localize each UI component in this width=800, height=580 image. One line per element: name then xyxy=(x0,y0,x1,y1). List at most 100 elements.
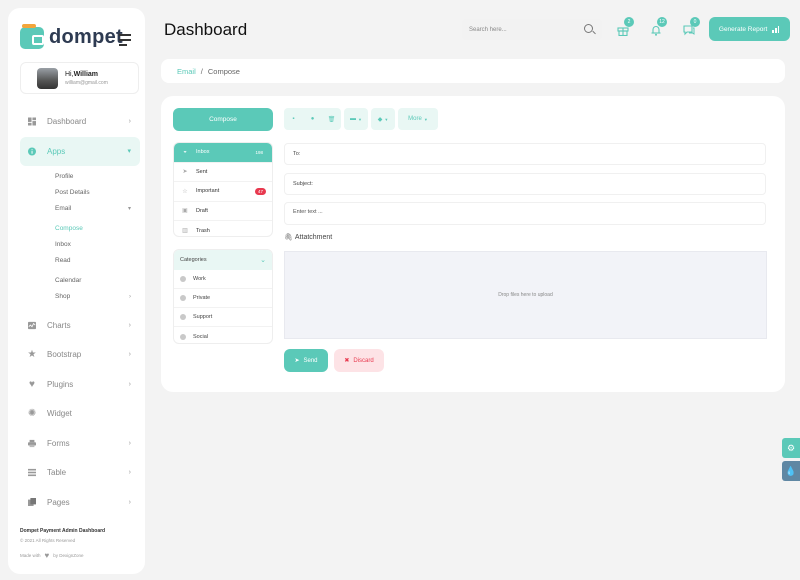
toolbar-action-group: ▪ ● 🗑 xyxy=(284,108,341,130)
sidebar-item-widget[interactable]: ✺ Widget xyxy=(20,399,140,429)
sidebar-item-bootstrap[interactable]: ★ Bootstrap › xyxy=(20,340,140,370)
chevron-right-icon: › xyxy=(128,351,131,359)
profile-name: William xyxy=(73,70,99,78)
sidebar-nav: Dashboard › Apps ▾ Profile Post Details … xyxy=(20,107,140,517)
caret-down-icon: ▼ xyxy=(358,116,362,122)
profile-card[interactable]: Hi,William william@gmail.com xyxy=(20,62,139,94)
breadcrumb-email[interactable]: Email xyxy=(177,67,196,76)
to-field[interactable]: To: xyxy=(284,143,766,165)
body-textarea[interactable]: Enter text ... xyxy=(284,202,766,225)
sidebar-item-label: Pages xyxy=(47,497,70,507)
sidebar-item-charts[interactable]: Charts › xyxy=(20,311,140,341)
footer-by: by DexignZone xyxy=(53,553,84,558)
table-icon xyxy=(28,469,36,477)
folder-count: 198 xyxy=(255,149,263,155)
apps-submenu: Profile Post Details Email ▾ Compose Inbo… xyxy=(20,166,140,311)
subject-field[interactable]: Subject: xyxy=(284,173,766,195)
trash-icon[interactable]: 🗑 xyxy=(322,108,341,130)
search-input[interactable]: Search here... xyxy=(462,19,602,40)
footer-made-with: Made with xyxy=(20,553,41,558)
submenu-read[interactable]: Read xyxy=(55,253,140,269)
body-placeholder: Enter text ... xyxy=(293,209,323,215)
chevron-right-icon: › xyxy=(128,321,131,329)
chart-icon xyxy=(28,321,36,329)
close-icon: ✖ xyxy=(344,358,350,364)
categories-header[interactable]: Categories ⌄ xyxy=(174,250,272,270)
tag-dropdown[interactable]: ◆ ▼ xyxy=(371,108,395,130)
submenu-inbox[interactable]: Inbox xyxy=(55,237,140,253)
submenu-profile[interactable]: Profile xyxy=(55,169,140,185)
folder-trash[interactable]: ▥ Trash xyxy=(174,221,272,236)
sidebar-item-forms[interactable]: Forms › xyxy=(20,429,140,459)
category-social[interactable]: Social xyxy=(174,327,272,343)
caret-down-icon: ▼ xyxy=(423,116,428,122)
file-dropzone[interactable]: Drop files here to upload xyxy=(284,251,767,339)
folder-dropdown[interactable]: ▬ ▼ xyxy=(344,108,368,130)
categories-title: Categories xyxy=(180,257,207,263)
bell-icon[interactable]: 12 xyxy=(650,17,667,36)
trash-icon: ▥ xyxy=(182,228,188,235)
sidebar-item-pages[interactable]: Pages › xyxy=(20,488,140,518)
search-placeholder: Search here... xyxy=(469,26,507,33)
menu-toggle-icon[interactable] xyxy=(119,34,131,49)
folder-sent[interactable]: ➤ Sent xyxy=(174,163,272,182)
dropzone-text: Drop files here to upload xyxy=(498,292,553,298)
category-label: Work xyxy=(193,276,206,282)
sidebar-item-label: Widget xyxy=(47,409,72,419)
search-icon[interactable] xyxy=(584,24,593,33)
gift-icon[interactable]: 2 xyxy=(617,17,634,37)
generate-report-button[interactable]: Generate Report xyxy=(709,17,790,41)
sidebar-item-dashboard[interactable]: Dashboard › xyxy=(20,107,140,137)
folder-icon: ▬ xyxy=(350,116,357,122)
archive-icon[interactable]: ▪ xyxy=(284,108,303,130)
settings-gear-icon[interactable]: ⚙ xyxy=(782,438,800,458)
chevron-right-icon: › xyxy=(128,469,131,477)
compose-button[interactable]: Compose xyxy=(173,108,273,131)
discard-button[interactable]: ✖ Discard xyxy=(334,349,384,372)
category-private[interactable]: Private xyxy=(174,289,272,308)
sidebar-item-table[interactable]: Table › xyxy=(20,458,140,488)
paperclip-icon: 🖇 xyxy=(284,234,293,241)
sidebar: dompet Hi,William william@gmail.com Dash… xyxy=(8,8,145,574)
send-icon: ➤ xyxy=(294,358,300,364)
brand-name: dompet xyxy=(49,26,124,48)
folder-draft[interactable]: ▣ Draft xyxy=(174,202,272,221)
send-button[interactable]: ➤ Send xyxy=(284,349,328,372)
caret-down-icon: ▼ xyxy=(384,116,389,122)
sidebar-item-label: Apps xyxy=(47,146,66,156)
category-dot xyxy=(180,314,186,320)
folder-important[interactable]: ☆ Important 47 xyxy=(174,182,272,202)
category-support[interactable]: Support xyxy=(174,308,272,327)
wallet-logo-icon xyxy=(20,23,44,49)
category-label: Support xyxy=(193,314,213,320)
folder-label: Inbox xyxy=(196,149,210,156)
sidebar-item-apps[interactable]: Apps ▾ xyxy=(20,136,140,166)
sidebar-item-plugins[interactable]: ♥ Plugins › xyxy=(20,370,140,400)
sidebar-item-label: Bootstrap xyxy=(47,350,82,360)
folder-inbox[interactable]: ◒ Inbox 198 xyxy=(174,143,272,163)
folder-label: Draft xyxy=(196,207,208,214)
folder-label: Sent xyxy=(196,168,208,175)
submenu-email[interactable]: Email ▾ xyxy=(55,201,140,217)
submenu-shop[interactable]: Shop › xyxy=(55,289,140,305)
attachment-heading: 🖇 Attatchment xyxy=(284,233,332,242)
more-dropdown[interactable]: More ▼ xyxy=(398,108,438,130)
category-work[interactable]: Work xyxy=(174,270,272,289)
category-label: Private xyxy=(193,295,211,301)
printer-icon xyxy=(28,439,36,447)
send-icon: ➤ xyxy=(182,169,188,176)
breadcrumb: Email / Compose xyxy=(161,59,785,83)
submenu-calendar[interactable]: Calendar xyxy=(55,273,140,289)
chat-icon[interactable]: 0 xyxy=(683,17,700,36)
avatar xyxy=(37,67,58,89)
tag-icon: ◆ xyxy=(377,116,383,123)
chevron-right-icon: › xyxy=(128,380,131,388)
submenu-compose[interactable]: Compose xyxy=(55,221,140,237)
brand[interactable]: dompet xyxy=(20,23,124,49)
submenu-post-details[interactable]: Post Details xyxy=(55,185,140,201)
alert-icon[interactable]: ● xyxy=(303,108,322,130)
category-label: Social xyxy=(193,333,208,340)
breadcrumb-current: Compose xyxy=(207,66,240,76)
inbox-icon: ◒ xyxy=(183,149,187,156)
theme-drop-icon[interactable]: 💧 xyxy=(782,461,800,481)
